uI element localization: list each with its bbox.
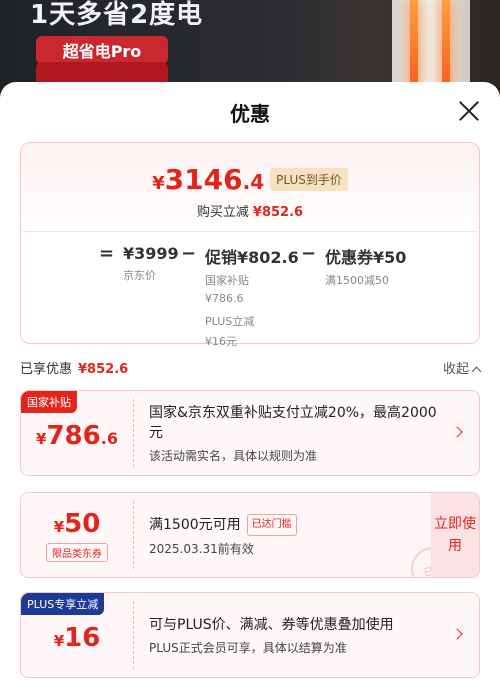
discount-sheet: 优惠 ¥ 3146 .4 PLUS到手价 购买立减 ¥852.6 = ¥3999 … <box>0 82 500 697</box>
subsidy-note: 该活动需实名，具体以规则为准 <box>149 448 318 463</box>
minus-sign-2: − <box>301 243 317 264</box>
promo-sub1-value: ¥786.6 <box>205 292 244 305</box>
plus-amount-int: 16 <box>64 623 101 653</box>
instant-discount: 购买立减 ¥852.6 <box>21 201 479 220</box>
divider <box>22 231 478 232</box>
minus-sign: − <box>181 243 197 264</box>
enjoyed-label: 已享优惠 <box>20 362 73 377</box>
plus-yen: ¥ <box>53 632 65 650</box>
plus-amount-area: ¥16 <box>21 593 133 677</box>
coupon-expiry: 2025.03.31前有效 <box>149 541 254 556</box>
plus-note: PLUS正式会员可享，具体以结算为准 <box>149 640 347 655</box>
chevron-up-icon <box>471 366 482 377</box>
collapse-toggle[interactable]: 收起 <box>442 358 482 377</box>
coupon-term: 优惠券¥50 满1500减50 <box>325 244 406 288</box>
chevron-right-icon <box>451 628 463 640</box>
promo-value: 促销¥802.6 <box>205 248 299 267</box>
coupon-condition-text: 满1500元可用 <box>149 516 241 533</box>
final-price: ¥ 3146 .4 PLUS到手价 <box>21 163 479 196</box>
promo-term: 促销¥802.6 国家补贴 ¥786.6 PLUS立减 ¥16元 <box>205 244 299 349</box>
subsidy-card[interactable]: 国家补贴 ¥786.6 国家&京东双重补贴支付立减20%，最高2000元 该活动… <box>20 390 480 476</box>
coupon-label: 满1500减50 <box>325 274 389 287</box>
coupon-amount: ¥50 <box>54 509 101 539</box>
coupon-card[interactable]: ¥50 限品类东券 满1500元可用已达门槛 2025.03.31前有效 已选 … <box>20 492 480 578</box>
sheet-title: 优惠 <box>230 102 270 126</box>
instant-discount-label: 购买立减 <box>196 205 249 220</box>
subsidy-amount-dec: .6 <box>100 429 118 448</box>
coupon-amount-int: 50 <box>64 508 101 539</box>
equals-sign: = <box>99 243 115 264</box>
plus-discount-card[interactable]: PLUS专享立减 ¥16 可与PLUS价、满减、券等优惠叠加使用 PLUS正式会… <box>20 592 480 678</box>
price-integer: 3146 <box>164 163 243 196</box>
promo-sub2-label: PLUS立减 <box>205 315 255 328</box>
instant-discount-value: ¥852.6 <box>252 205 304 220</box>
threshold-reached-badge: 已达门槛 <box>246 513 297 536</box>
jd-price-value: ¥3999 <box>123 244 179 263</box>
subsidy-text: 国家&京东双重补贴支付立减20%，最高2000元 该活动需实名，具体以规则为准 <box>149 391 439 475</box>
banner-title: 1天多省2度电 <box>30 0 204 30</box>
coupon-yen: ¥ <box>53 517 65 536</box>
enjoyed-value: ¥852.6 <box>78 362 129 377</box>
banner-pill: 超省电Pro <box>36 36 168 64</box>
price-breakdown: ¥ 3146 .4 PLUS到手价 购买立减 ¥852.6 = ¥3999 京东价… <box>20 142 480 348</box>
currency-symbol: ¥ <box>152 173 165 194</box>
coupon-value: 优惠券¥50 <box>325 248 407 267</box>
card-separator <box>133 399 134 467</box>
coupon-text: 满1500元可用 已达门槛 2025.03.31前有效 <box>149 493 419 577</box>
chevron-right-icon <box>451 426 463 438</box>
card-separator <box>133 601 134 669</box>
coupon-amount-area: ¥50 限品类东券 <box>21 493 133 577</box>
promo-sub1-label: 国家补贴 <box>205 274 249 287</box>
subsidy-amount: ¥786.6 <box>36 421 118 451</box>
plus-price-tag: PLUS到手价 <box>270 168 348 191</box>
coupon-condition: 满1500元可用 已达门槛 <box>149 513 419 536</box>
use-now-button[interactable]: 立即使用 <box>431 493 479 577</box>
jd-price-label: 京东价 <box>123 269 156 282</box>
collapse-label: 收起 <box>442 362 469 377</box>
coupon-category-badge: 限品类东券 <box>46 542 108 562</box>
subsidy-description: 国家&京东双重补贴支付立减20%，最高2000元 <box>149 404 437 441</box>
plus-text: 可与PLUS价、满减、券等优惠叠加使用 PLUS正式会员可享，具体以结算为准 <box>149 593 439 677</box>
plus-amount: ¥16 <box>54 623 101 653</box>
price-decimal: .4 <box>242 170 265 194</box>
jd-price-term: ¥3999 京东价 <box>123 244 179 283</box>
card-separator <box>133 501 134 569</box>
plus-description: 可与PLUS价、满减、券等优惠叠加使用 <box>149 616 394 633</box>
promo-sub2-value: ¥16元 <box>205 335 237 348</box>
enjoyed-discount: 已享优惠 ¥852.6 <box>20 358 128 377</box>
subsidy-amount-int: 786 <box>46 421 101 451</box>
subsidy-yen: ¥ <box>36 430 47 448</box>
subsidy-amount-area: ¥786.6 <box>21 391 133 475</box>
close-icon[interactable] <box>458 100 480 122</box>
